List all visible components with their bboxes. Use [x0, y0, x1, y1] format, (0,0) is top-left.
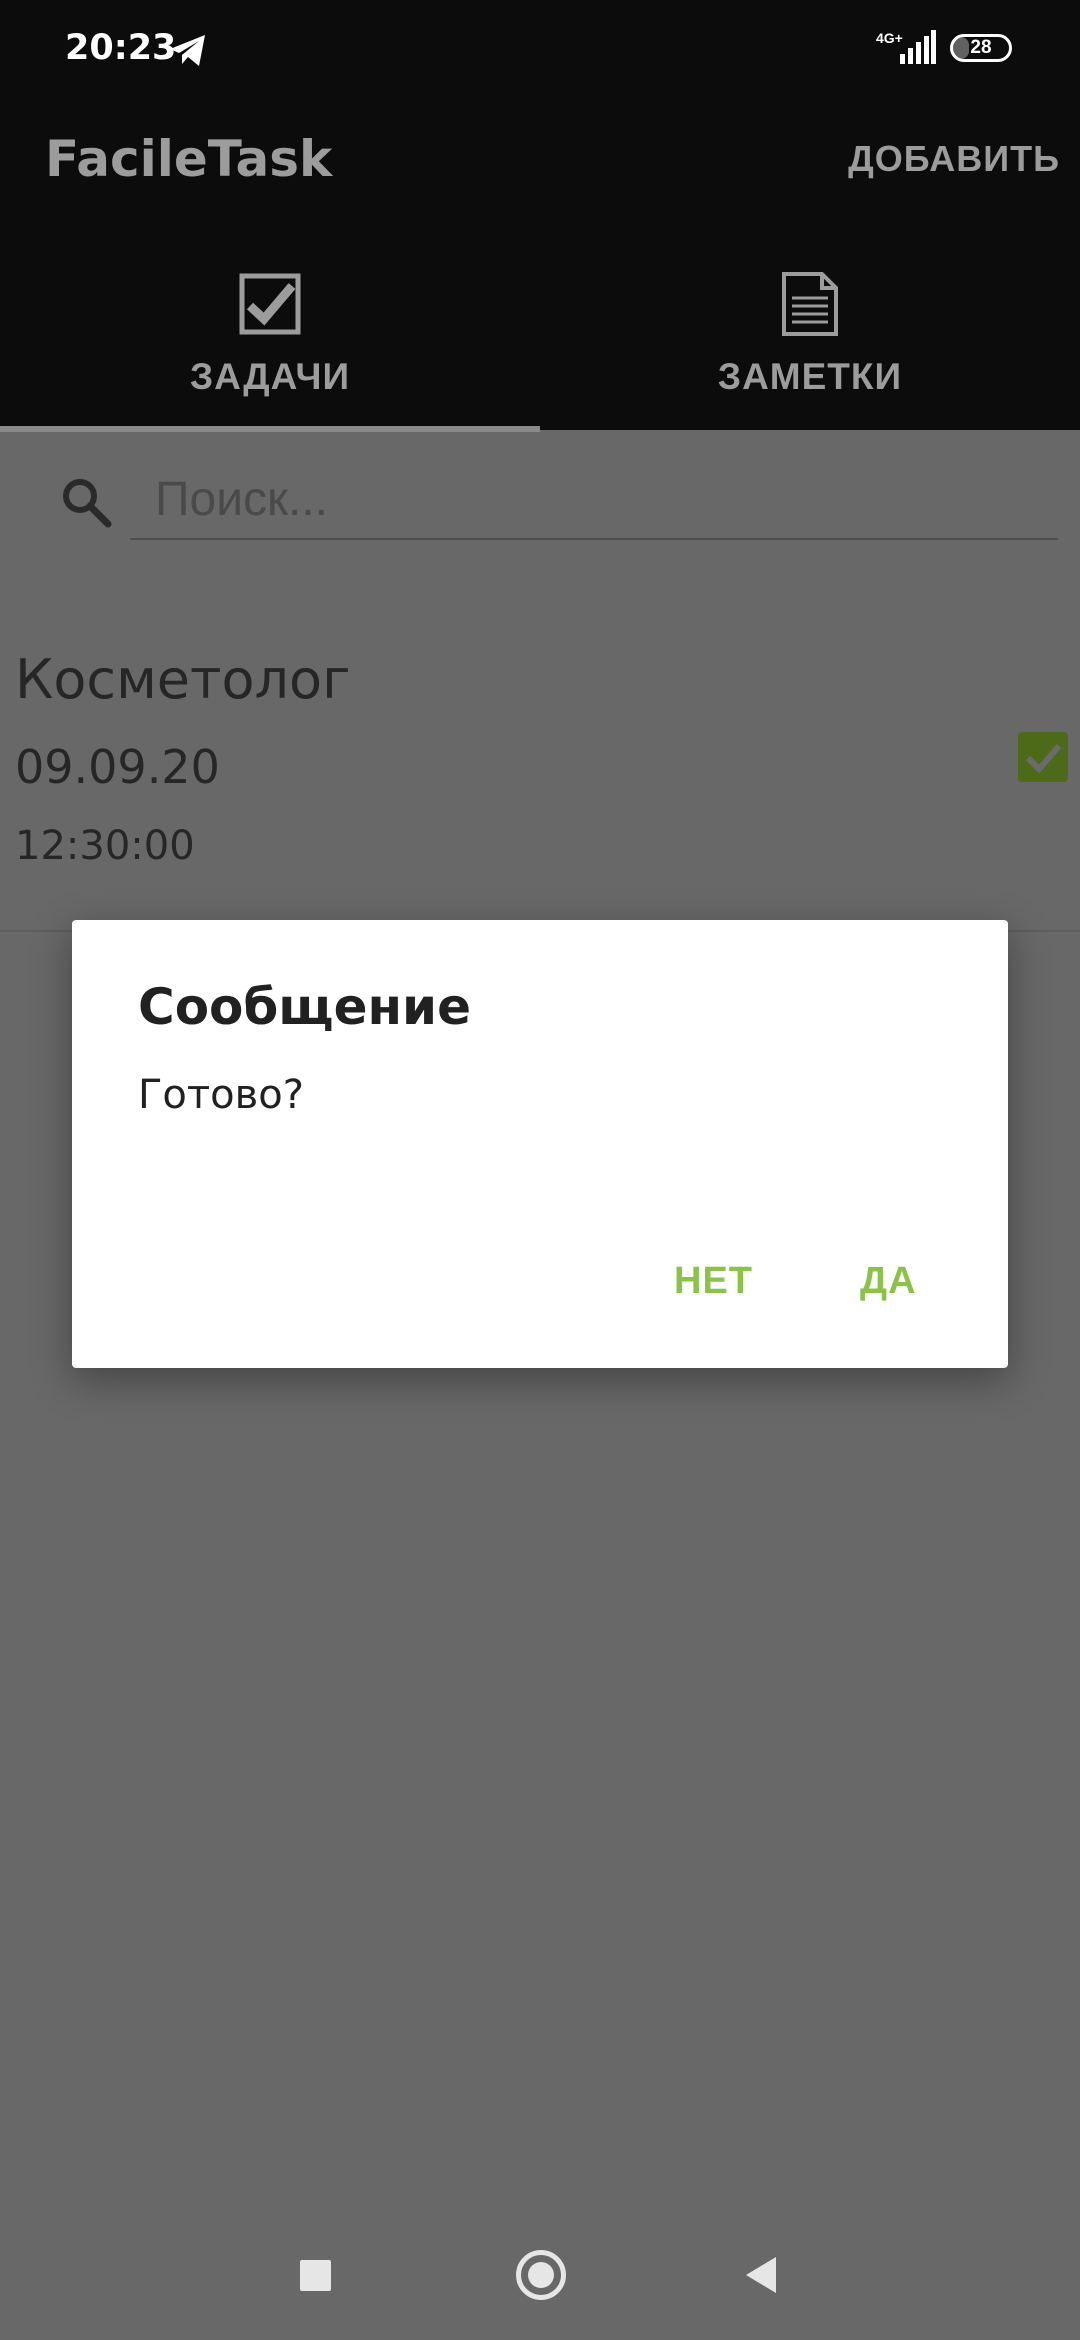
checkmark-icon	[1025, 744, 1062, 774]
task-title: Косметолог	[15, 648, 351, 711]
dialog-message: Готово?	[138, 1072, 304, 1118]
status-time: 20:23	[65, 28, 177, 68]
recent-apps-button[interactable]	[300, 2260, 331, 2291]
battery-percent: 28	[970, 37, 992, 58]
battery-icon: 28	[950, 34, 1012, 62]
task-date: 09.09.20	[15, 740, 220, 794]
telegram-icon	[170, 35, 205, 66]
add-button[interactable]: ДОБАВИТЬ	[848, 138, 1060, 180]
app-bar: FacileTask ДОБАВИТЬ ЗАДАЧИ ЗАМЕТКИ	[0, 100, 1080, 430]
no-button[interactable]: НЕТ	[674, 1260, 753, 1303]
search-input[interactable]	[130, 460, 1058, 540]
tab-tasks-label: ЗАДАЧИ	[189, 356, 351, 397]
yes-button[interactable]: ДА	[860, 1260, 917, 1303]
checkbox-icon	[239, 273, 301, 335]
tab-notes-label: ЗАМЕТКИ	[717, 356, 903, 397]
back-button[interactable]	[742, 2255, 780, 2295]
task-list-item[interactable]: Косметолог 09.09.20 12:30:00	[0, 620, 1080, 932]
tab-tasks[interactable]: ЗАДАЧИ	[0, 260, 540, 430]
document-icon	[782, 272, 838, 336]
home-icon	[528, 2262, 554, 2288]
dialog-title: Сообщение	[138, 978, 471, 1036]
task-done-checkbox[interactable]	[1018, 732, 1068, 782]
home-button[interactable]	[516, 2250, 566, 2300]
app-title: FacileTask	[45, 130, 333, 188]
system-nav-bar	[0, 2210, 1080, 2340]
search-icon	[63, 479, 112, 528]
tab-notes[interactable]: ЗАМЕТКИ	[540, 260, 1080, 430]
signal-strength-icon	[900, 30, 936, 64]
search-bar	[0, 432, 1080, 562]
confirm-dialog: Сообщение Готово? НЕТ ДА	[72, 920, 1008, 1368]
status-bar: 20:23 4G+ 28	[0, 0, 1080, 100]
task-time: 12:30:00	[15, 823, 195, 869]
